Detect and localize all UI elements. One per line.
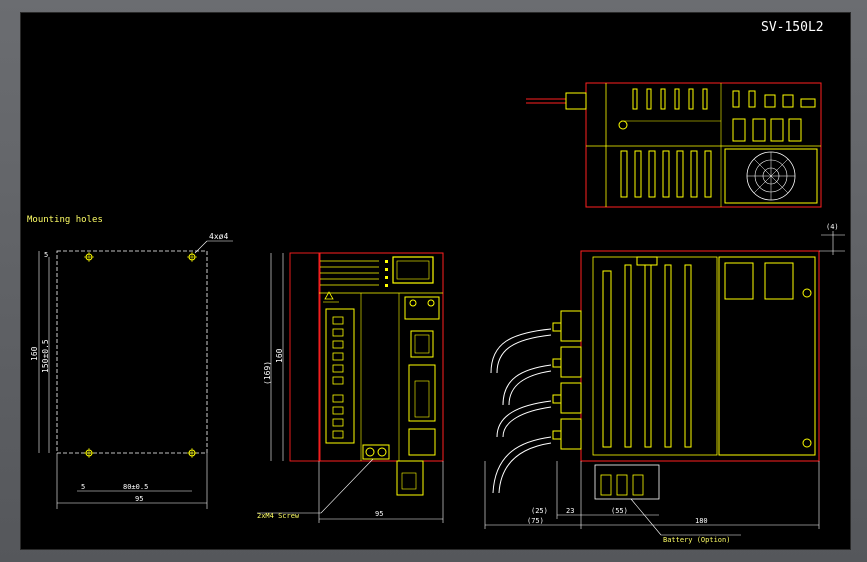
side-heatsink bbox=[718, 256, 816, 456]
front-rear-plate bbox=[289, 252, 321, 462]
front-bottom-plug bbox=[396, 460, 424, 496]
side-view: (4) (25) 23 (55) (75) 180 Battery (Optio… bbox=[484, 223, 845, 544]
front-connector-cn1 bbox=[404, 296, 440, 320]
fan-icon bbox=[724, 148, 818, 204]
side-body-outline bbox=[580, 250, 820, 462]
top-cable bbox=[526, 98, 566, 104]
front-indicators bbox=[385, 260, 388, 287]
battery-callout: Battery (Option) bbox=[663, 536, 730, 544]
mounting-holes-view: Mounting holes 4xø4 160 150±0.5 5 5 80±0… bbox=[27, 215, 233, 509]
dim-height-total: (169) bbox=[263, 361, 272, 385]
cad-drawing: SV-150L2 Mounting holes 4xø4 160 150±0.5… bbox=[27, 20, 845, 544]
drawing-title: SV-150L2 bbox=[761, 20, 824, 35]
mounting-hole bbox=[84, 252, 94, 262]
dim-top-offset: (4) bbox=[826, 223, 839, 231]
dim-top: 5 bbox=[44, 251, 48, 259]
dim-width-inner: 80±0.5 bbox=[123, 483, 148, 491]
mounting-caption: Mounting holes bbox=[27, 215, 103, 225]
dim-depth: 180 bbox=[695, 517, 708, 525]
side-vent-slots bbox=[602, 264, 692, 448]
front-top-vents bbox=[320, 260, 379, 286]
dim-battery: (55) bbox=[611, 507, 628, 515]
mounting-hole bbox=[84, 448, 94, 458]
dim-bottom-left: 5 bbox=[81, 483, 85, 491]
top-vent-slots bbox=[632, 88, 816, 110]
dim-width-outer: 95 bbox=[135, 495, 143, 503]
side-cables bbox=[490, 328, 552, 494]
top-view bbox=[526, 82, 822, 208]
dim-23: 23 bbox=[566, 507, 574, 515]
front-connector-cn3 bbox=[408, 364, 436, 422]
top-connectors bbox=[732, 118, 802, 142]
screw-callout: 2xM4 Screw bbox=[257, 512, 300, 520]
dim-cable: (75) bbox=[527, 517, 544, 525]
front-view: (169) 160 95 2xM4 Screw bbox=[257, 252, 444, 523]
dim-width-front: 95 bbox=[375, 510, 383, 518]
drawing-canvas: SV-150L2 Mounting holes 4xø4 160 150±0.5… bbox=[20, 12, 851, 550]
hole-callout: 4xø4 bbox=[209, 232, 228, 241]
mounting-outline bbox=[56, 250, 208, 454]
dim-height-inner: 150±0.5 bbox=[41, 339, 50, 373]
dim-height-outer: 160 bbox=[30, 346, 39, 361]
top-lower-slots bbox=[620, 150, 712, 198]
dim-connector: (25) bbox=[531, 507, 548, 515]
ground-screws bbox=[362, 444, 390, 460]
terminal-screws bbox=[332, 316, 344, 439]
mounting-hole bbox=[187, 448, 197, 458]
dim-height-body: 160 bbox=[275, 348, 284, 363]
front-connector-cn4 bbox=[408, 428, 436, 456]
side-connector-stack bbox=[552, 310, 582, 450]
mounting-hole bbox=[187, 252, 197, 262]
